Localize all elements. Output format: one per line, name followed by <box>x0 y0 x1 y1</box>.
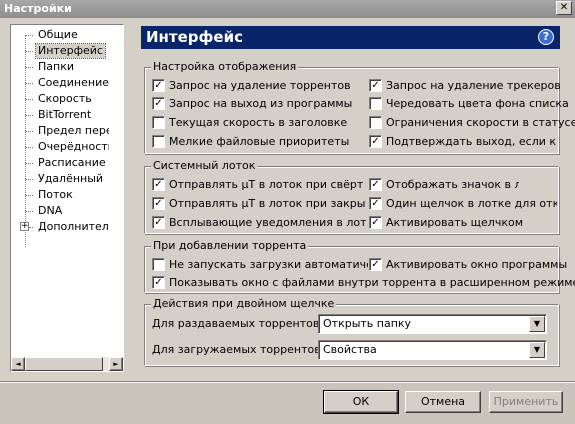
help-icon[interactable]: ? <box>538 29 554 45</box>
chevron-down-icon[interactable]: ▼ <box>529 342 545 358</box>
downloading-action-label: Для загружаемых торрентов: <box>152 343 325 356</box>
tree-item-label: Расписание <box>38 156 106 169</box>
checkbox-label: Отображать значок в лотк <box>386 178 519 191</box>
system-tray-group: Системный лоток ✓ Отправлять µT в лоток п… <box>144 159 559 234</box>
expand-plus-icon[interactable]: + <box>20 222 29 231</box>
tree-item-label: Удалённый <box>38 172 104 185</box>
tree-item-label: DNA <box>38 204 63 217</box>
checkbox-label: Не запускать загрузки автоматически <box>169 258 368 271</box>
chevron-down-icon[interactable]: ▼ <box>529 316 545 332</box>
display-settings-group: Настройка отображения ✓ Запрос на удалени… <box>144 60 575 154</box>
tree-item-label: Соединение <box>38 76 109 89</box>
checkbox-box <box>152 135 165 148</box>
checkbox-box: ✓ <box>152 276 165 289</box>
checkbox-box <box>369 116 382 129</box>
show-tray-icon-checkbox[interactable]: ✓ Отображать значок в лотк <box>369 177 519 192</box>
checkbox-label: Подтверждать выход, если крити <box>386 135 557 148</box>
checkbox-box: ✓ <box>152 79 165 92</box>
window-title: Настройки <box>4 2 72 15</box>
checkbox-label: Один щелчок в лотке для открыт <box>386 197 557 210</box>
checkbox-box: ✓ <box>152 97 165 110</box>
panel-title: Интерфейс <box>146 28 243 46</box>
checkbox-box: ✓ <box>369 135 382 148</box>
checkbox-label: Ограничения скорости в статусе <box>386 116 575 129</box>
select-value: Свойства <box>323 343 377 356</box>
checkbox-box <box>152 116 165 129</box>
tree-item-label: Поток <box>38 188 73 201</box>
category-tree[interactable]: Общие Интерфейс Папки Соединение Скорост… <box>10 24 124 372</box>
tree-item-label: BitTorrent <box>38 108 92 121</box>
checkbox-label: Активировать окно программы <box>386 258 568 271</box>
tree-horizontal-scrollbar[interactable]: ◄ ► <box>11 357 123 371</box>
group-legend: Системный лоток <box>151 159 258 173</box>
footer-separator <box>0 381 575 383</box>
tree-item-label: Интерфейс <box>35 43 106 59</box>
tree-item-label: Дополнительно <box>38 220 109 233</box>
single-click-tray-checkbox[interactable]: ✓ Один щелчок в лотке для открыт <box>369 196 557 211</box>
scroll-right-icon[interactable]: ► <box>109 357 123 371</box>
minimize-to-tray-checkbox[interactable]: ✓ Отправлять µT в лоток при свёрт <box>152 177 366 192</box>
downloading-action-select[interactable]: Свойства ▼ <box>318 340 547 360</box>
tree-item-label: Скорость <box>38 92 92 105</box>
checkbox-box: ✓ <box>369 79 382 92</box>
scroll-thumb[interactable] <box>25 357 103 371</box>
group-legend: При добавлении торрента <box>151 239 309 253</box>
dialog-footer: ОК Отмена Применить <box>0 381 575 424</box>
checkbox-box: ✓ <box>152 197 165 210</box>
tree-item-label: Очерёдность <box>38 140 109 153</box>
checkbox-label: Чередовать цвета фона списка <box>386 97 569 110</box>
checkbox-label: Всплывающие уведомления в лотке <box>169 216 366 229</box>
checkbox-label: Отправлять µT в лоток при закрытии <box>169 197 366 210</box>
checkbox-label: Показывать окно с файлами внутри торрент… <box>169 276 575 289</box>
title-bar: Настройки ✕ <box>0 0 575 18</box>
checkbox-box: ✓ <box>369 258 382 271</box>
close-icon: ✕ <box>559 2 569 13</box>
checkbox-label: Запрос на удаление торрентов <box>169 79 351 92</box>
checkbox-label: Активировать щелчком <box>386 216 524 229</box>
group-legend: Настройка отображения <box>151 60 299 74</box>
panel-header: Интерфейс ? <box>141 26 560 49</box>
checkbox-box: ✓ <box>152 178 165 191</box>
checkbox-label: Текущая скорость в заголовке <box>169 116 348 129</box>
cancel-button[interactable]: Отмена <box>405 391 481 413</box>
tree-item-label: Папки <box>38 60 74 73</box>
on-add-torrent-group: При добавлении торрента Не запускать заг… <box>144 239 575 293</box>
checkbox-box: ✓ <box>369 216 382 229</box>
group-legend: Действия при двойном щелчке <box>151 297 337 311</box>
checkbox-label: Запрос на выход из программы <box>169 97 353 110</box>
checkbox-label: Отправлять µT в лоток при свёрт <box>169 178 364 191</box>
close-button[interactable]: ✕ <box>556 1 572 15</box>
seeding-action-label: Для раздаваемых торрентов: <box>152 317 324 330</box>
checkbox-box: ✓ <box>152 216 165 229</box>
tree-item-label: Предел передачи <box>38 124 109 137</box>
confirm-exit-critical-checkbox[interactable]: ✓ Подтверждать выход, если крити <box>369 134 557 149</box>
tray-notifications-checkbox[interactable]: ✓ Всплывающие уведомления в лотке <box>152 215 366 230</box>
scroll-left-icon[interactable]: ◄ <box>11 357 25 371</box>
checkbox-box <box>369 97 382 110</box>
select-value: Открыть папку <box>323 317 412 330</box>
checkbox-box <box>152 258 165 271</box>
apply-button[interactable]: Применить <box>489 391 563 413</box>
double-click-actions-group: Действия при двойном щелчке Для раздавае… <box>144 297 559 366</box>
checkbox-label: Мелкие файловые приоритеты <box>169 135 350 148</box>
dont-start-automatically-checkbox[interactable]: Не запускать загрузки автоматически <box>152 257 368 272</box>
tree-item-label: Общие <box>38 28 78 41</box>
ok-button[interactable]: ОК <box>323 390 399 414</box>
seeding-action-select[interactable]: Открыть папку ▼ <box>318 314 547 334</box>
close-to-tray-checkbox[interactable]: ✓ Отправлять µT в лоток при закрытии <box>152 196 366 211</box>
checkbox-label: Запрос на удаление трекеров <box>386 79 561 92</box>
checkbox-box: ✓ <box>369 178 382 191</box>
checkbox-box: ✓ <box>369 197 382 210</box>
